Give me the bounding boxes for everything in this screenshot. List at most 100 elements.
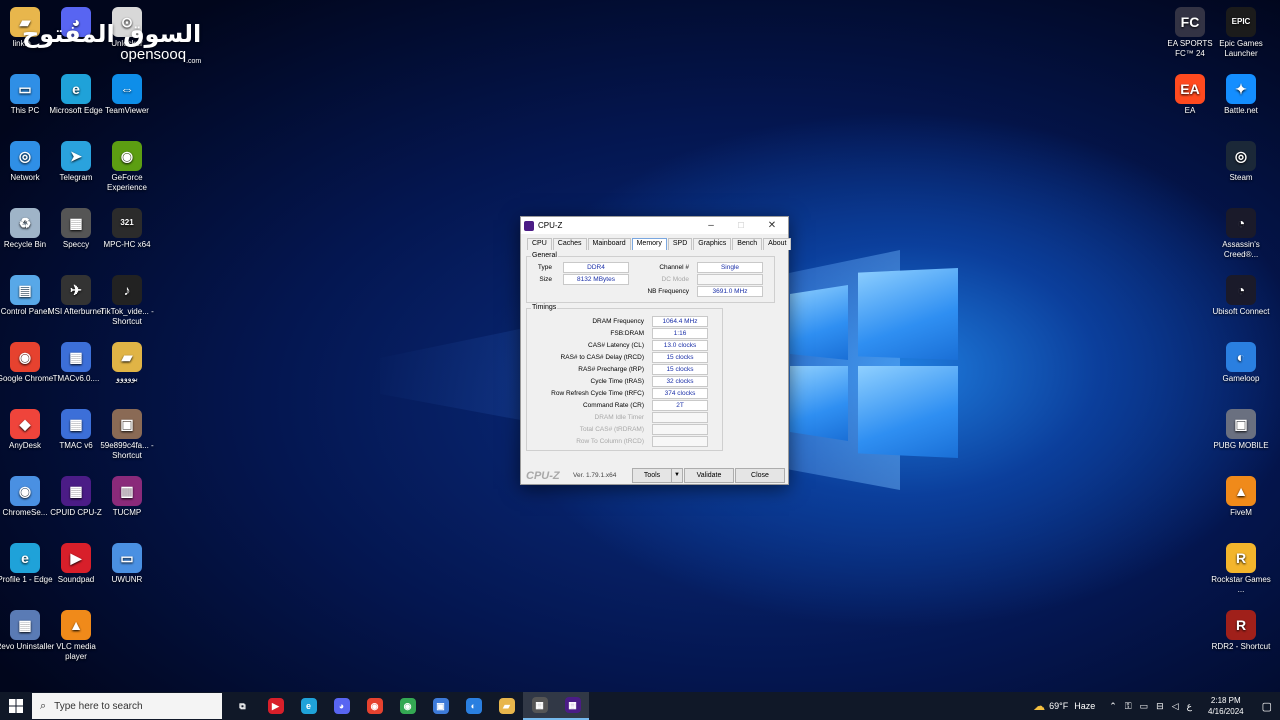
desktop-shortcut[interactable]: ◔ Ubisoft Connect (1210, 275, 1272, 317)
network-icon[interactable]: ⊟ (1156, 701, 1164, 712)
taskbar-app-button[interactable]: ▦ (523, 692, 556, 720)
timing-label: DRAM Idle Timer (594, 414, 644, 421)
taskbar-app-button[interactable]: ▦ (556, 692, 589, 720)
tools-dropdown-arrow[interactable]: ▼ (671, 468, 683, 483)
taskbar-app-button[interactable]: ▰ (490, 692, 523, 720)
cpuz-version: Ver. 1.79.1.x64 (573, 472, 617, 479)
desktop-shortcut[interactable]: ◎ Steam (1210, 141, 1272, 183)
taskbar-app-button[interactable]: ◉ (391, 692, 424, 720)
watermark-latin: opensooq.com (120, 46, 202, 65)
close-button[interactable]: Close (735, 468, 785, 483)
desktop-shortcut-label: Gameloop (1222, 374, 1260, 383)
weather-condition[interactable]: Haze (1074, 701, 1095, 711)
taskbar-app-button[interactable]: e (292, 692, 325, 720)
search-placeholder: Type here to search (54, 700, 143, 712)
tab-graphics[interactable]: Graphics (693, 238, 732, 250)
cpuz-titlebar[interactable]: CPU-Z – ☐ ✕ (521, 217, 788, 234)
desktop-shortcut[interactable]: ▲ VLC media player (45, 610, 107, 662)
tools-button[interactable]: Tools (632, 468, 672, 483)
geforce-icon: ◉ (112, 141, 142, 171)
desktop-shortcut[interactable]: ⇔ TeamViewer (96, 74, 158, 116)
timing-label: Command Rate (CR) (582, 402, 644, 409)
channel-label: Channel # (659, 264, 689, 271)
ubisoft-icon: ◔ (1226, 208, 1256, 238)
chevron-up-icon[interactable]: ⌃ (1109, 701, 1117, 712)
tab-spd[interactable]: SPD (667, 238, 693, 250)
task-view-icon: ⧉ (239, 700, 246, 711)
taskbar-app-button[interactable]: ◕ (325, 692, 358, 720)
vlc-icon: ▲ (61, 610, 91, 640)
desktop-shortcut[interactable]: ▲ FiveM (1210, 476, 1272, 518)
weather-temperature[interactable]: 69°F (1049, 701, 1068, 711)
input-language[interactable]: ع (1187, 701, 1192, 712)
desktop-shortcut[interactable]: ▥ TUCMP (96, 476, 158, 518)
timing-value: 1:16 (652, 328, 708, 339)
cpuz-logo: CPU-Z (526, 470, 560, 482)
desktop-shortcut[interactable]: 321 MPC-HC x64 (96, 208, 158, 250)
desktop-shortcut[interactable]: ◔ Assassin's Creed®... (1210, 208, 1272, 260)
taskbar-app-button[interactable]: ▣ (424, 692, 457, 720)
gameloop-task-icon: ◐ (465, 698, 482, 714)
volume-icon[interactable]: ◁ (1172, 701, 1179, 712)
minimize-button[interactable]: – (696, 217, 726, 234)
cpuz-tabs: CPU Caches Mainboard Memory SPD Graphics Bench… (527, 238, 792, 250)
this-pc-icon: ▭ (10, 74, 40, 104)
timing-value (652, 424, 708, 435)
timings-group-label: Timings (531, 304, 558, 311)
cpuz-window[interactable]: CPU-Z – ☐ ✕ CPU Caches Mainboard Memory SPD G… (520, 216, 792, 485)
desktop-shortcut-label: Rockstar Games ... (1211, 575, 1271, 594)
nb-frequency-value: 3691.0 MHz (697, 286, 763, 297)
epic-games-icon: EPIC (1226, 7, 1256, 37)
taskbar-app-button[interactable]: ▶ (259, 692, 292, 720)
cpuz-app-icon (524, 220, 534, 231)
timing-label: Cycle Time (tRAS) (590, 378, 644, 385)
tab-mainboard[interactable]: Mainboard (587, 238, 631, 250)
system-tray: ☁ 69°F Haze ⌃ ⚿ ▭ ⊟ ◁ ع 2:18 PM 4/16/202… (1033, 692, 1280, 720)
desktop-shortcut[interactable]: ◐ Gameloop (1210, 342, 1272, 384)
file-explorer-task-icon: ▰ (498, 698, 515, 714)
desktop-shortcut[interactable]: ▣ 59e899c4fa... - Shortcut (96, 409, 158, 461)
desktop-shortcut[interactable]: ▭ UWUNR (96, 543, 158, 585)
weather-icon[interactable]: ☁ (1033, 699, 1045, 713)
desktop-shortcut[interactable]: ▰ بووووو (96, 342, 158, 384)
clock[interactable]: 2:18 PM 4/16/2024 (1208, 695, 1244, 717)
desktop-shortcut[interactable]: R RDR2 - Shortcut (1210, 610, 1272, 652)
taskbar: ⌕ Type here to search ⧉ ▶ e ◕ ◉ ◉ ▣ ◐ ▰ ▦ ▦ ☁ 69°F… (0, 692, 1280, 720)
timing-label: RAS# to CAS# Delay (tRCD) (560, 354, 644, 361)
clock-date: 4/16/2024 (1208, 707, 1244, 716)
desktop-shortcut[interactable]: EPIC Epic Games Launcher (1210, 7, 1272, 59)
timing-value: 2T (652, 400, 708, 411)
desktop-shortcut[interactable]: R Rockstar Games ... (1210, 543, 1272, 595)
desktop-shortcut[interactable]: ▣ PUBG MOBILE (1210, 409, 1272, 451)
timing-label: DRAM Frequency (592, 318, 644, 325)
timing-label: Total CAS# (tRDRAM) (579, 426, 644, 433)
taskbar-search-box[interactable]: ⌕ Type here to search (32, 693, 222, 719)
photos-task-icon: ▣ (432, 698, 449, 714)
rockstar-icon: R (1226, 543, 1256, 573)
cpuz-task-icon: ▦ (564, 697, 581, 713)
close-icon[interactable]: ✕ (757, 217, 787, 234)
desktop-shortcut[interactable]: ◉ GeForce Experience (96, 141, 158, 193)
tab-bench[interactable]: Bench (732, 238, 763, 250)
tab-memory[interactable]: Memory (631, 238, 667, 250)
taskbar-app-button[interactable]: ◉ (358, 692, 391, 720)
tablet-icon[interactable]: ▭ (1140, 701, 1149, 712)
tab-cpu[interactable]: CPU (527, 238, 552, 250)
memory-size-value: 8132 MBytes (563, 274, 629, 285)
taskbar-app-button[interactable]: ⧉ (226, 692, 259, 720)
start-button[interactable] (0, 692, 32, 720)
timings-group: Timings DRAM Frequency 1064.4 MHz FSB:DRAM… (526, 304, 723, 451)
taskbar-app-button[interactable]: ◐ (457, 692, 490, 720)
desktop-shortcut[interactable]: ✦ Battle.net (1210, 74, 1272, 116)
tab-about[interactable]: About (763, 238, 792, 250)
ea-icon: EA (1175, 74, 1205, 104)
mpc-hc-icon: 321 (112, 208, 142, 238)
control-panel-icon: ▤ (10, 275, 40, 305)
uwunr-icon: ▭ (112, 543, 142, 573)
tab-caches[interactable]: Caches (552, 238, 587, 250)
validate-button[interactable]: Validate (684, 468, 734, 483)
maximize-button[interactable]: ☐ (726, 217, 756, 234)
desktop-shortcut[interactable]: ♪ TikTok_vide... - Shortcut (96, 275, 158, 327)
notifications-icon[interactable]: ▢ (1262, 700, 1272, 713)
security-icon[interactable]: ⚿ (1125, 701, 1132, 712)
